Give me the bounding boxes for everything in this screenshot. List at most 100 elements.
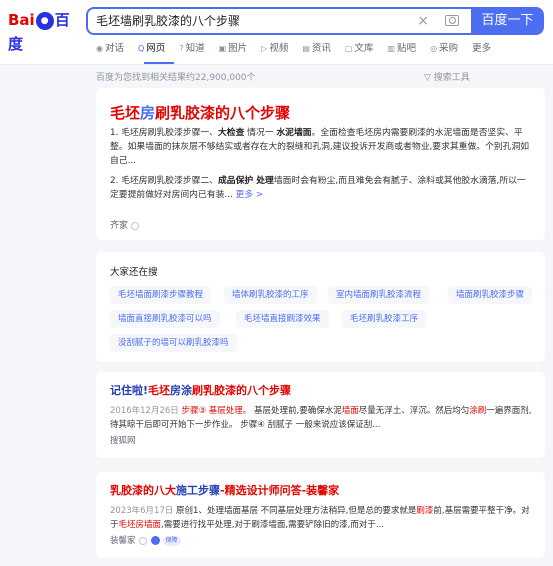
tab-chat[interactable]: ◉ 对话	[96, 42, 124, 58]
tab-label: 资讯	[311, 43, 331, 54]
tab-label: 文库	[354, 43, 374, 54]
tab-label: 贴吧	[397, 43, 417, 54]
tab-purchase[interactable]: ◎ 采购	[430, 42, 458, 58]
related-chip[interactable]: 墙面刷乳胶漆步骤	[448, 286, 533, 304]
text: 水泥墙面	[276, 128, 312, 138]
funnel-icon: ▽	[424, 73, 434, 83]
tab-more[interactable]: 更多	[472, 42, 491, 58]
search-tabs: ◉ 对话 Q 网页 ? 知道 ▣ 图片 ▷ 视频 ▤ 资讯 ▢ 文库 ▥ 贴吧 ◎ 采购 更多	[96, 42, 505, 58]
info-icon[interactable]	[138, 536, 147, 545]
result-title-link[interactable]: 乳胶漆的八大施工步骤-精选设计师问答-装馨家	[110, 482, 339, 498]
results-count: 百度为您找到相关结果约22,900,000个	[96, 73, 256, 83]
news-icon: ▤	[302, 44, 310, 53]
image-icon: ▣	[218, 44, 227, 53]
chat-icon: ◉	[96, 44, 103, 53]
tab-wenku[interactable]: ▢ 文库	[345, 42, 374, 58]
search-query[interactable]: 毛坯墙刷乳胶漆的八个步骤	[96, 9, 240, 33]
related-chip[interactable]: 墙面直接刷乳胶漆可以吗	[110, 310, 220, 328]
related-chip[interactable]: 室内墙面刷乳胶漆流程	[328, 286, 430, 304]
top-bar: Bai ● 百度 毛坯墙刷乳胶漆的八个步骤 × 百度一下 ◉ 对话 Q 网页 ? 知道 ▣…	[0, 0, 553, 64]
tab-label: 更多	[472, 43, 492, 54]
search-result: 乳胶漆的八大施工步骤-精选设计师问答-装馨家 2023年6月17日 原创1、处理…	[96, 472, 545, 558]
result-source[interactable]: 装馨家 保障	[110, 534, 181, 546]
source-name: 搜狐网	[110, 436, 136, 446]
camera-icon[interactable]	[445, 15, 459, 26]
source-name: 齐家	[110, 221, 129, 231]
text: 2. 毛坯房刷乳胶漆步骤二、	[110, 176, 218, 186]
title-part: 刷乳胶漆的八个步骤	[192, 384, 292, 397]
guarantee-badge: 保障	[162, 535, 181, 546]
related-searches-card: 大家还在搜 毛坯墙面刷漆步骤教程 墙体刷乳胶漆的工序 室内墙面刷乳胶漆流程 墙面…	[96, 252, 545, 362]
forum-icon: ▥	[387, 44, 396, 53]
text: 毛坯房墙面	[118, 520, 162, 530]
title-part: 记住啦!	[110, 384, 149, 397]
result-date: 2016年12月26日	[110, 406, 179, 416]
result-snippet: 2016年12月26日 步骤③ 基层处理。 基层处理前,要确保水泥墙面尽量无浮土…	[110, 404, 535, 432]
cart-icon: ◎	[430, 44, 438, 53]
text: 基层处理前,要确保水泥	[251, 406, 342, 416]
result-snippet: 2023年6月17日 原创1、处理墙面基层 不同基层处理方法稍异,但是总的要求就…	[110, 504, 535, 532]
tab-video[interactable]: ▷ 视频	[261, 42, 288, 58]
more-link[interactable]: 更多 >	[236, 190, 264, 200]
text: 成品保护 处理	[217, 176, 274, 186]
paw-icon: ●	[35, 11, 54, 30]
result-date: 2023年6月17日	[110, 506, 174, 516]
tab-label: 图片	[228, 43, 248, 54]
source-label[interactable]: 齐家	[110, 218, 140, 231]
text: 墙面	[341, 406, 359, 416]
related-chip[interactable]: 毛坯墙直接刷漆效果	[236, 310, 329, 328]
text: 刷漆	[416, 506, 434, 516]
title-part: 房涂	[170, 384, 193, 397]
answer-item-1: 1. 毛坯房刷乳胶漆步骤一、大检查 情况一 水泥墙面。全面检查毛坯房内需要刷漆的…	[110, 126, 530, 168]
result-source[interactable]: 搜狐网	[110, 434, 136, 446]
text: 步骤③ 基层处理。	[178, 406, 252, 416]
tab-images[interactable]: ▣ 图片	[219, 42, 248, 58]
document-icon: ▢	[344, 44, 353, 53]
title-part: 毛坯	[110, 104, 141, 122]
text: 涂刷	[469, 406, 487, 416]
answer-item-2: 2. 毛坯房刷乳胶漆步骤二、成品保护 处理墙面时会有粉尘,而且难免会有腻子、涂料…	[110, 174, 530, 202]
divider	[0, 64, 553, 65]
baidu-logo[interactable]: Bai ● 百度	[8, 8, 78, 53]
play-icon: ▷	[261, 44, 268, 53]
related-chip[interactable]: 墙体刷乳胶漆的工序	[224, 286, 317, 304]
tab-label: 知道	[185, 43, 205, 54]
tab-tieba[interactable]: ▥ 贴吧	[387, 42, 416, 58]
related-chip[interactable]: 毛坯墙面刷漆步骤教程	[110, 286, 212, 304]
title-part: 毛坯	[148, 384, 171, 397]
search-tools-label: 搜索工具	[433, 73, 470, 83]
title-part: 乳胶漆的八大	[110, 484, 176, 497]
text: 原创1、处理墙面基层 不同基层处理方法稍异,但是总的要求就是	[173, 506, 417, 516]
tab-zhidao[interactable]: ? 知道	[179, 42, 204, 58]
search-icon: Q	[138, 44, 145, 53]
search-tools-button[interactable]: ▽ 搜索工具	[424, 70, 470, 83]
related-chip[interactable]: 毛坯刷乳胶漆工序	[342, 310, 427, 328]
title-part: 房	[140, 104, 156, 122]
title-part: 刷乳胶漆的八个步骤	[155, 104, 291, 122]
featured-title[interactable]: 毛坯房刷乳胶漆的八个步骤	[110, 102, 290, 123]
text: 尽量无浮土、浮沉。然后均匀	[358, 406, 470, 416]
info-icon[interactable]	[131, 221, 140, 230]
text: ,需要进行找平处理,对于刷漆墙面,需要铲除旧的漆,而对于...	[161, 520, 384, 530]
tab-web[interactable]: Q 网页	[138, 42, 165, 58]
question-icon: ?	[179, 44, 184, 53]
logo-text-bai: Bai	[8, 11, 35, 29]
related-chip[interactable]: 没刮腻子的墙可以刷乳胶漆吗	[110, 334, 237, 352]
tab-label: 对话	[104, 43, 124, 54]
search-result: 记住啦!毛坯房涂刷乳胶漆的八个步骤 2016年12月26日 步骤③ 基层处理。 …	[96, 372, 545, 458]
result-title-link[interactable]: 记住啦!毛坯房涂刷乳胶漆的八个步骤	[110, 382, 291, 398]
text: 情况一	[244, 128, 277, 138]
title-part: 施工步骤	[176, 484, 220, 497]
tab-news[interactable]: ▤ 资讯	[302, 42, 331, 58]
source-name: 装馨家	[110, 536, 136, 546]
text: 1. 毛坯房刷乳胶漆步骤一、	[110, 128, 218, 138]
title-part: -精选设计师问答-装馨家	[220, 484, 340, 497]
clear-icon[interactable]: ×	[417, 9, 429, 33]
related-heading: 大家还在搜	[110, 267, 158, 278]
tab-label: 采购	[439, 43, 459, 54]
search-input[interactable]: 毛坯墙刷乳胶漆的八个步骤 ×	[86, 7, 471, 35]
tab-label: 网页	[146, 43, 166, 54]
search-button[interactable]: 百度一下	[471, 7, 544, 35]
tab-label: 视频	[269, 43, 289, 54]
text: 大检查	[217, 128, 245, 138]
